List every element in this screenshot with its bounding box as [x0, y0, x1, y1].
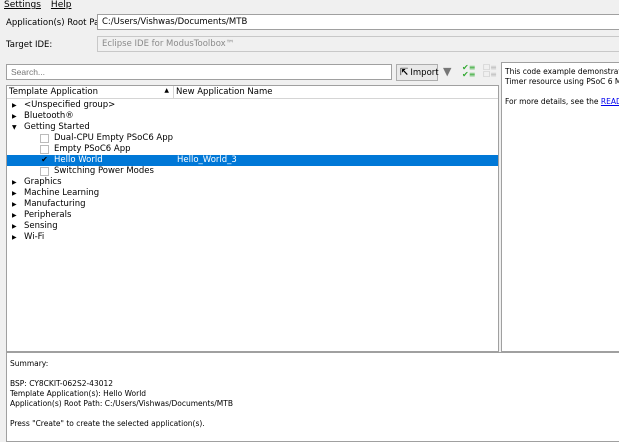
- tree-item[interactable]: ✔ Hello World Hello_World_3: [7, 155, 498, 166]
- sort-asc-icon: ▲: [164, 87, 169, 94]
- collapsed-arrow-icon[interactable]: ▶: [12, 199, 17, 210]
- import-label: Import: [410, 67, 439, 78]
- tree-item[interactable]: Empty PSoC6 App: [7, 144, 498, 155]
- group-label: Manufacturing: [24, 199, 86, 209]
- readme-link[interactable]: README: [601, 97, 619, 106]
- menu-bar: Settings Help: [4, 0, 71, 11]
- group-label: Peripherals: [24, 210, 72, 220]
- item-label: Empty PSoC6 App: [54, 144, 131, 154]
- description-panel: This code example demonstrates Timer res…: [501, 62, 619, 352]
- collapsed-arrow-icon[interactable]: ▶: [12, 232, 17, 243]
- summary-hint: Press "Create" to create the selected ap…: [10, 419, 205, 428]
- root-path-input[interactable]: C:/Users/Vishwas/Documents/MTB: [97, 14, 619, 30]
- group-label: Wi-Fi: [24, 232, 45, 242]
- menu-help[interactable]: Help: [51, 0, 72, 11]
- group-label: Bluetooth®: [24, 111, 74, 121]
- column-new-application-name[interactable]: New Application Name: [174, 86, 498, 98]
- item-label: Dual-CPU Empty PSoC6 App: [54, 133, 174, 143]
- tree-group[interactable]: ▶ Peripherals: [7, 210, 498, 221]
- template-tree: Template Application ▲ New Application Na…: [6, 85, 499, 352]
- item-label: Switching Power Modes: [54, 166, 154, 176]
- summary-title: Summary:: [10, 359, 49, 368]
- target-ide-select[interactable]: Eclipse IDE for ModusToolbox™: [97, 36, 619, 52]
- search-input[interactable]: [6, 64, 392, 80]
- tree-group[interactable]: ▶ <Unspecified group>: [7, 100, 498, 111]
- import-button[interactable]: ⇱ Import: [396, 64, 439, 81]
- collapsed-arrow-icon[interactable]: ▶: [12, 221, 17, 232]
- collapsed-arrow-icon[interactable]: ▶: [12, 100, 17, 111]
- filter-icon[interactable]: ▼: [443, 65, 451, 78]
- collapsed-arrow-icon[interactable]: ▶: [12, 188, 17, 199]
- new-app-name[interactable]: Hello_World_3: [177, 155, 237, 166]
- select-all-icon[interactable]: ✔≡ ✔≡: [462, 64, 475, 79]
- tree-item[interactable]: Dual-CPU Empty PSoC6 App: [7, 133, 498, 144]
- tree-group[interactable]: ▶ Graphics: [7, 177, 498, 188]
- column-template-application[interactable]: Template Application ▲: [7, 86, 174, 98]
- group-label: Sensing: [24, 221, 58, 231]
- item-label: Hello World: [54, 155, 103, 165]
- description-text: Timer resource using PSoC 6 MCU: [505, 77, 619, 86]
- group-label: <Unspecified group>: [24, 100, 116, 110]
- collapsed-arrow-icon[interactable]: ▶: [12, 210, 17, 221]
- summary-bsp: BSP: CY8CKIT-062S2-43012: [10, 379, 114, 388]
- tree-group[interactable]: ▶ Sensing: [7, 221, 498, 232]
- checkbox[interactable]: [40, 145, 49, 154]
- tree-group[interactable]: ▶ Bluetooth®: [7, 111, 498, 122]
- expanded-arrow-icon[interactable]: ▼: [12, 122, 17, 133]
- description-text: This code example demonstrates: [505, 67, 619, 76]
- checkbox[interactable]: [40, 134, 49, 143]
- deselect-all-icon[interactable]: ☐≡ ☐≡: [483, 64, 497, 79]
- group-label: Getting Started: [24, 122, 90, 132]
- root-path-label: Application(s) Root Path:: [6, 18, 111, 28]
- group-label: Graphics: [24, 177, 62, 187]
- collapsed-arrow-icon[interactable]: ▶: [12, 177, 17, 188]
- tree-item[interactable]: Switching Power Modes: [7, 166, 498, 177]
- target-ide-label: Target IDE:: [6, 40, 53, 50]
- tree-group[interactable]: ▶ Wi-Fi: [7, 232, 498, 243]
- checkbox[interactable]: ✔: [40, 156, 49, 165]
- group-label: Machine Learning: [24, 188, 100, 198]
- tree-group[interactable]: ▼ Getting Started: [7, 122, 498, 133]
- collapsed-arrow-icon[interactable]: ▶: [12, 111, 17, 122]
- description-text: For more details, see the: [505, 97, 601, 106]
- summary-root: Application(s) Root Path: C:/Users/Vishw…: [10, 399, 233, 408]
- summary-template: Template Application(s): Hello World: [10, 389, 147, 398]
- summary-panel: Summary: BSP: CY8CKIT-062S2-43012 Templa…: [6, 352, 619, 442]
- checkbox[interactable]: [40, 167, 49, 176]
- menu-settings[interactable]: Settings: [4, 0, 41, 11]
- import-icon: ⇱: [400, 67, 409, 78]
- tree-group[interactable]: ▶ Machine Learning: [7, 188, 498, 199]
- tree-group[interactable]: ▶ Manufacturing: [7, 199, 498, 210]
